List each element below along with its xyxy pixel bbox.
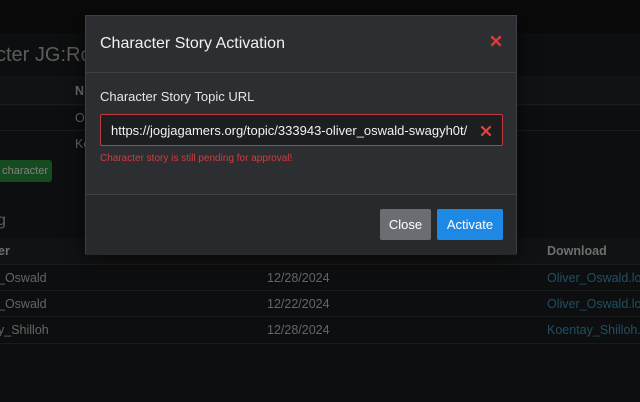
story-url-input[interactable]: [101, 115, 473, 145]
character-story-modal: Character Story Activation Character Sto…: [85, 15, 517, 255]
clear-icon[interactable]: [480, 124, 492, 137]
modal-footer: Close Activate: [86, 194, 516, 255]
activate-button[interactable]: Activate: [437, 209, 503, 240]
url-field-label: Character Story Topic URL: [100, 89, 255, 104]
close-icon[interactable]: [489, 34, 503, 48]
modal-title: Character Story Activation: [100, 35, 285, 52]
modal-header: Character Story Activation: [86, 16, 516, 73]
close-button[interactable]: Close: [380, 209, 431, 240]
url-field: [100, 114, 503, 146]
error-message: Character story is still pending for app…: [100, 153, 293, 164]
